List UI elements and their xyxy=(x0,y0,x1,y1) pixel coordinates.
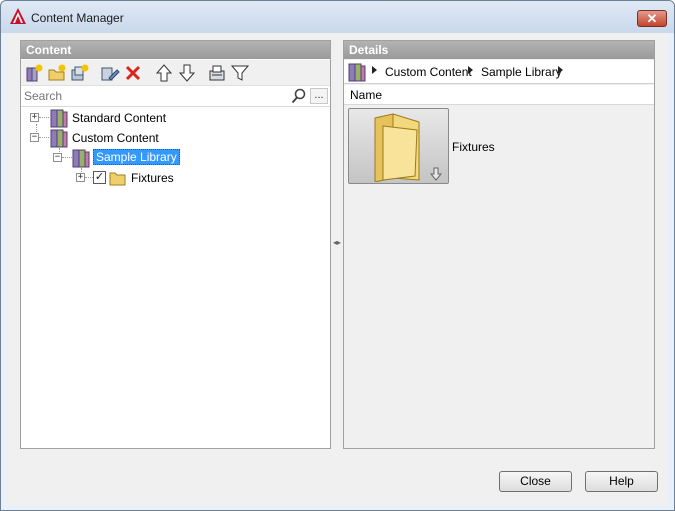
content-panel: Content Search ... + Standard Content − … xyxy=(20,40,331,449)
tree-item-custom-content[interactable]: − Custom Content xyxy=(21,128,330,148)
tree-item-label: Sample Library xyxy=(93,149,180,165)
content-panel-header: Content xyxy=(21,41,330,59)
details-panel: Details Custom Content Sample Library Na… xyxy=(343,40,655,449)
new-folder-icon[interactable] xyxy=(47,63,67,83)
content-toolbar xyxy=(21,60,330,86)
tree-item-label: Fixtures xyxy=(131,171,174,185)
search-icon[interactable] xyxy=(291,88,307,104)
folder-icon xyxy=(109,172,126,186)
help-button[interactable]: Help xyxy=(585,471,658,492)
fixtures-checkbox[interactable]: ✓ xyxy=(93,171,106,184)
drop-arrow-icon xyxy=(429,167,443,181)
splitter-handle-icon[interactable]: ◂▸ xyxy=(333,238,341,248)
move-up-icon[interactable] xyxy=(154,63,174,83)
folder-icon xyxy=(374,113,420,182)
search-row: ... xyxy=(21,86,330,107)
library-icon xyxy=(50,129,68,148)
add-content-icon[interactable] xyxy=(70,63,90,83)
title-bar[interactable]: Content Manager ✕ xyxy=(1,1,674,33)
view-options-icon[interactable] xyxy=(207,63,227,83)
filter-icon[interactable] xyxy=(230,63,250,83)
window-title: Content Manager xyxy=(31,11,124,25)
tree-item-sample-library[interactable]: − Sample Library xyxy=(21,148,330,168)
search-options-button[interactable]: ... xyxy=(310,88,328,104)
breadcrumb-arrow-icon[interactable] xyxy=(372,66,377,74)
collapse-icon[interactable]: − xyxy=(30,133,39,142)
content-tree: + Standard Content − Custom Content − Sa… xyxy=(21,108,330,448)
tree-item-fixtures[interactable]: + ✓ Fixtures xyxy=(21,168,330,188)
tree-item-standard-content[interactable]: + Standard Content xyxy=(21,108,330,128)
breadcrumb-item-custom-content[interactable]: Custom Content xyxy=(385,65,472,79)
expand-icon[interactable]: + xyxy=(30,113,39,122)
library-icon xyxy=(50,109,68,128)
breadcrumb-arrow-icon[interactable] xyxy=(558,66,563,74)
new-library-icon[interactable] xyxy=(24,63,44,83)
tree-item-label: Standard Content xyxy=(72,111,167,125)
breadcrumb: Custom Content Sample Library xyxy=(344,60,654,84)
item-label-fixtures[interactable]: Fixtures xyxy=(452,140,495,154)
search-input[interactable] xyxy=(24,87,286,104)
move-down-icon[interactable] xyxy=(177,63,197,83)
breadcrumb-arrow-icon[interactable] xyxy=(468,66,473,74)
window-close-button[interactable]: ✕ xyxy=(637,10,667,27)
edit-icon[interactable] xyxy=(100,63,120,83)
delete-icon[interactable] xyxy=(123,63,143,83)
tree-item-label: Custom Content xyxy=(72,131,159,145)
library-icon xyxy=(72,149,90,168)
expand-icon[interactable]: + xyxy=(76,173,85,182)
close-button[interactable]: Close xyxy=(499,471,572,492)
autocad-app-icon xyxy=(10,8,26,24)
breadcrumb-item-sample-library[interactable]: Sample Library xyxy=(481,65,562,79)
library-icon[interactable] xyxy=(347,62,367,82)
collapse-icon[interactable]: − xyxy=(53,153,62,162)
dialog-body: Content Search ... + Standard Content − … xyxy=(8,33,667,505)
details-panel-header: Details xyxy=(344,41,654,59)
content-manager-window: Content Manager ✕ Content Search ... + S… xyxy=(0,0,675,511)
name-column-header[interactable]: Name xyxy=(344,85,654,105)
fixtures-thumbnail[interactable] xyxy=(348,108,449,184)
